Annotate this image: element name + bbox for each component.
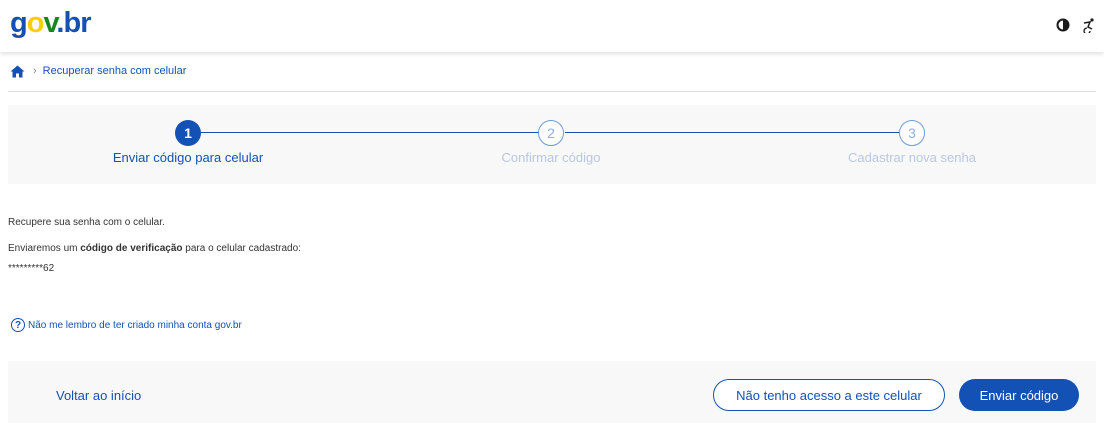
breadcrumb-divider [8, 91, 1096, 92]
contrast-icon[interactable] [1054, 16, 1072, 34]
breadcrumb-separator: › [33, 65, 37, 77]
logo-letters-br: br [63, 7, 91, 39]
action-bar: Voltar ao início Não tenho acesso a este… [8, 361, 1096, 423]
intro-text: Recupere sua senha com o celular. [8, 217, 165, 228]
logo-letter-o: o [26, 7, 45, 39]
step-3-label: Cadastrar nova senha [848, 150, 976, 165]
progress-stepper: 1 Enviar código para celular 2 Confirmar… [8, 105, 1096, 184]
no-access-button[interactable]: Não tenho acesso a este celular [713, 379, 945, 411]
header-icons [1054, 16, 1098, 34]
accessibility-icon[interactable] [1080, 16, 1098, 34]
step-1-number: 1 [175, 120, 201, 146]
forgot-account-link[interactable]: ? Não me lembro de ter criado minha cont… [11, 318, 242, 332]
masked-phone: *********62 [8, 263, 55, 274]
back-to-start-link[interactable]: Voltar ao início [56, 388, 141, 403]
home-icon[interactable] [10, 64, 26, 78]
forgot-account-label: Não me lembro de ter criado minha conta … [28, 319, 242, 331]
breadcrumb-current[interactable]: Recuperar senha com celular [43, 65, 187, 77]
step-1: 1 Enviar código para celular [68, 105, 308, 184]
verification-bold: código de verificação [80, 243, 183, 254]
step-2-number: 2 [538, 120, 564, 146]
top-header: gov.br [0, 0, 1104, 52]
main-content: Recupere sua senha com o celular. Enviar… [8, 217, 301, 295]
verification-suffix: para o celular cadastrado: [182, 243, 301, 254]
verification-text: Enviaremos um código de verificação para… [8, 243, 301, 255]
step-2: 2 Confirmar código [431, 105, 671, 184]
send-code-button[interactable]: Enviar código [959, 379, 1079, 411]
breadcrumb: › Recuperar senha com celular [10, 64, 186, 78]
logo-letter-v: v [43, 7, 57, 39]
help-icon: ? [11, 318, 25, 332]
step-2-label: Confirmar código [501, 150, 601, 165]
step-3-number: 3 [899, 120, 925, 146]
step-3: 3 Cadastrar nova senha [792, 105, 1032, 184]
verification-prefix: Enviaremos um [8, 243, 81, 254]
step-1-label: Enviar código para celular [112, 150, 264, 165]
govbr-logo[interactable]: gov.br [10, 6, 91, 40]
logo-letter-g: g [10, 7, 28, 39]
